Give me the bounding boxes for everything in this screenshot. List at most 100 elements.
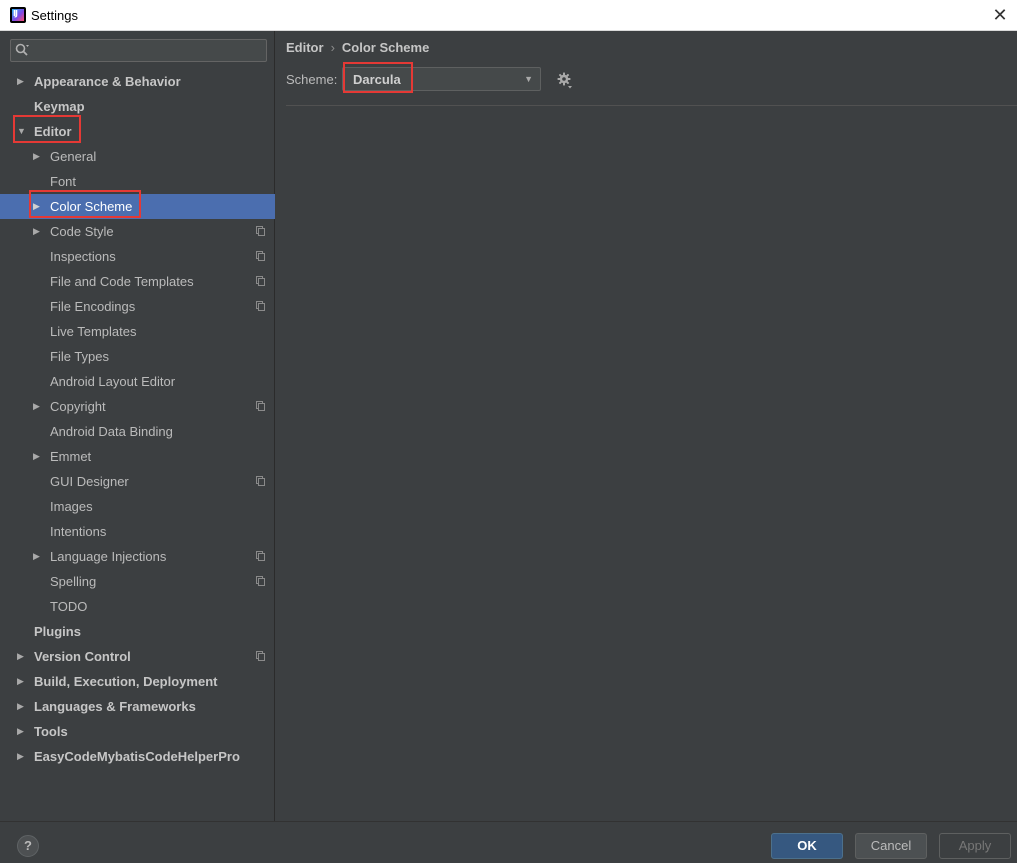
tree-item-todo[interactable]: TODO — [0, 594, 275, 619]
copy-icon — [256, 651, 265, 661]
search-input[interactable] — [10, 39, 267, 62]
title-bar: IJ Settings ✕ — [0, 0, 1017, 31]
scheme-value: Darcula — [353, 72, 401, 87]
tree-item-label: Copyright — [50, 399, 106, 414]
tree-item-label: Spelling — [50, 574, 97, 589]
copy-icon — [256, 276, 265, 286]
search-icon — [15, 43, 29, 56]
dialog-button-bar: ? OK Cancel Apply — [0, 821, 1017, 863]
copy-icon — [256, 401, 265, 411]
chevron-right-icon[interactable]: ▶ — [33, 219, 43, 244]
chevron-down-icon: ▼ — [524, 74, 533, 84]
tree-item-label: Build, Execution, Deployment — [34, 674, 218, 689]
chevron-right-icon[interactable]: ▶ — [33, 544, 43, 569]
gear-icon[interactable] — [556, 71, 574, 89]
tree-item-android-data-binding[interactable]: Android Data Binding — [0, 419, 275, 444]
chevron-right-icon[interactable]: ▶ — [33, 394, 43, 419]
scheme-dropdown[interactable]: Darcula ▼ — [342, 67, 541, 91]
tree-item-inspections[interactable]: Inspections — [0, 244, 275, 269]
tree-item-label: Font — [50, 174, 77, 189]
tree-item-label: Editor — [34, 124, 72, 139]
tree-item-label: Tools — [34, 724, 68, 739]
tree-item-code-style[interactable]: ▶ Code Style — [0, 219, 275, 244]
tree-item-general[interactable]: ▶ General — [0, 144, 275, 169]
tree-item-label: Intentions — [50, 524, 107, 539]
window-title: Settings — [31, 8, 78, 23]
help-button[interactable]: ? — [17, 835, 39, 857]
chevron-right-icon[interactable]: ▶ — [33, 444, 43, 469]
chevron-right-icon[interactable]: ▶ — [17, 669, 27, 694]
chevron-right-icon[interactable]: ▶ — [17, 644, 27, 669]
tree-item-label: Android Data Binding — [50, 424, 173, 439]
breadcrumb-separator: › — [330, 40, 335, 55]
chevron-right-icon[interactable]: ▶ — [17, 744, 27, 769]
tree-item-label: TODO — [50, 599, 88, 614]
chevron-right-icon[interactable]: ▶ — [17, 69, 27, 94]
copy-icon — [256, 551, 265, 561]
tree-item-build-execution-deployment[interactable]: ▶ Build, Execution, Deployment — [0, 669, 275, 694]
tree-item-appearance-behavior[interactable]: ▶ Appearance & Behavior — [0, 69, 275, 94]
tree-item-label: Plugins — [34, 624, 81, 639]
ok-button[interactable]: OK — [771, 833, 843, 859]
tree-item-label: Language Injections — [50, 549, 167, 564]
tree-item-label: Live Templates — [50, 324, 137, 339]
chevron-right-icon[interactable]: ▶ — [17, 719, 27, 744]
intellij-app-icon: IJ — [10, 7, 26, 23]
settings-tree: ▶ Appearance & Behavior Keymap ▼ Editor ▶ Gene… — [0, 69, 275, 769]
tree-item-copyright[interactable]: ▶ Copyright — [0, 394, 275, 419]
tree-item-spelling[interactable]: Spelling — [0, 569, 275, 594]
tree-item-intentions[interactable]: Intentions — [0, 519, 275, 544]
copy-icon — [256, 251, 265, 261]
settings-sidebar: ▶ Appearance & Behavior Keymap ▼ Editor ▶ Gene… — [0, 31, 275, 821]
cancel-button[interactable]: Cancel — [855, 833, 927, 859]
tree-item-images[interactable]: Images — [0, 494, 275, 519]
breadcrumb-parent[interactable]: Editor — [286, 40, 324, 55]
tree-item-color-scheme[interactable]: ▶ Color Scheme — [0, 194, 275, 219]
close-icon[interactable]: ✕ — [987, 2, 1013, 28]
chevron-right-icon[interactable]: ▶ — [33, 144, 43, 169]
tree-item-editor[interactable]: ▼ Editor — [0, 119, 275, 144]
scheme-label: Scheme: — [286, 72, 338, 87]
tree-item-label: File and Code Templates — [50, 274, 194, 289]
tree-item-label: Code Style — [50, 224, 114, 239]
tree-item-label: Color Scheme — [50, 199, 133, 214]
tree-item-font[interactable]: Font — [0, 169, 275, 194]
tree-item-live-templates[interactable]: Live Templates — [0, 319, 275, 344]
copy-icon — [256, 576, 265, 586]
copy-icon — [256, 226, 265, 236]
copy-icon — [256, 476, 265, 486]
tree-item-label: Images — [50, 499, 93, 514]
tree-item-file-encodings[interactable]: File Encodings — [0, 294, 275, 319]
tree-item-label: GUI Designer — [50, 474, 129, 489]
tree-item-label: Emmet — [50, 449, 92, 464]
tree-item-label: File Encodings — [50, 299, 136, 314]
tree-item-easycodemybatiscodehelperpro[interactable]: ▶ EasyCodeMybatisCodeHelperPro — [0, 744, 275, 769]
tree-item-gui-designer[interactable]: GUI Designer — [0, 469, 275, 494]
apply-button[interactable]: Apply — [939, 833, 1011, 859]
tree-item-label: Inspections — [50, 249, 116, 264]
tree-item-label: Appearance & Behavior — [34, 74, 181, 89]
tree-item-label: Android Layout Editor — [50, 374, 176, 389]
breadcrumb: Editor › Color Scheme — [286, 40, 429, 55]
tree-item-label: File Types — [50, 349, 110, 364]
chevron-right-icon[interactable]: ▶ — [33, 194, 43, 219]
tree-item-label: Languages & Frameworks — [34, 699, 196, 714]
copy-icon — [256, 301, 265, 311]
tree-item-label: Version Control — [34, 649, 131, 664]
tree-item-language-injections[interactable]: ▶ Language Injections — [0, 544, 275, 569]
tree-item-emmet[interactable]: ▶ Emmet — [0, 444, 275, 469]
tree-item-label: Keymap — [34, 99, 85, 114]
tree-item-tools[interactable]: ▶ Tools — [0, 719, 275, 744]
tree-item-android-layout-editor[interactable]: Android Layout Editor — [0, 369, 275, 394]
tree-item-file-types[interactable]: File Types — [0, 344, 275, 369]
tree-item-keymap[interactable]: Keymap — [0, 94, 275, 119]
chevron-down-icon[interactable]: ▼ — [17, 119, 27, 144]
tree-item-version-control[interactable]: ▶ Version Control — [0, 644, 275, 669]
settings-content: Editor › Color Scheme Scheme: Darcula ▼ — [276, 31, 1017, 821]
divider — [286, 105, 1017, 106]
tree-item-label: EasyCodeMybatisCodeHelperPro — [34, 749, 240, 764]
tree-item-plugins[interactable]: Plugins — [0, 619, 275, 644]
tree-item-file-and-code-templates[interactable]: File and Code Templates — [0, 269, 275, 294]
chevron-right-icon[interactable]: ▶ — [17, 694, 27, 719]
tree-item-languages-frameworks[interactable]: ▶ Languages & Frameworks — [0, 694, 275, 719]
